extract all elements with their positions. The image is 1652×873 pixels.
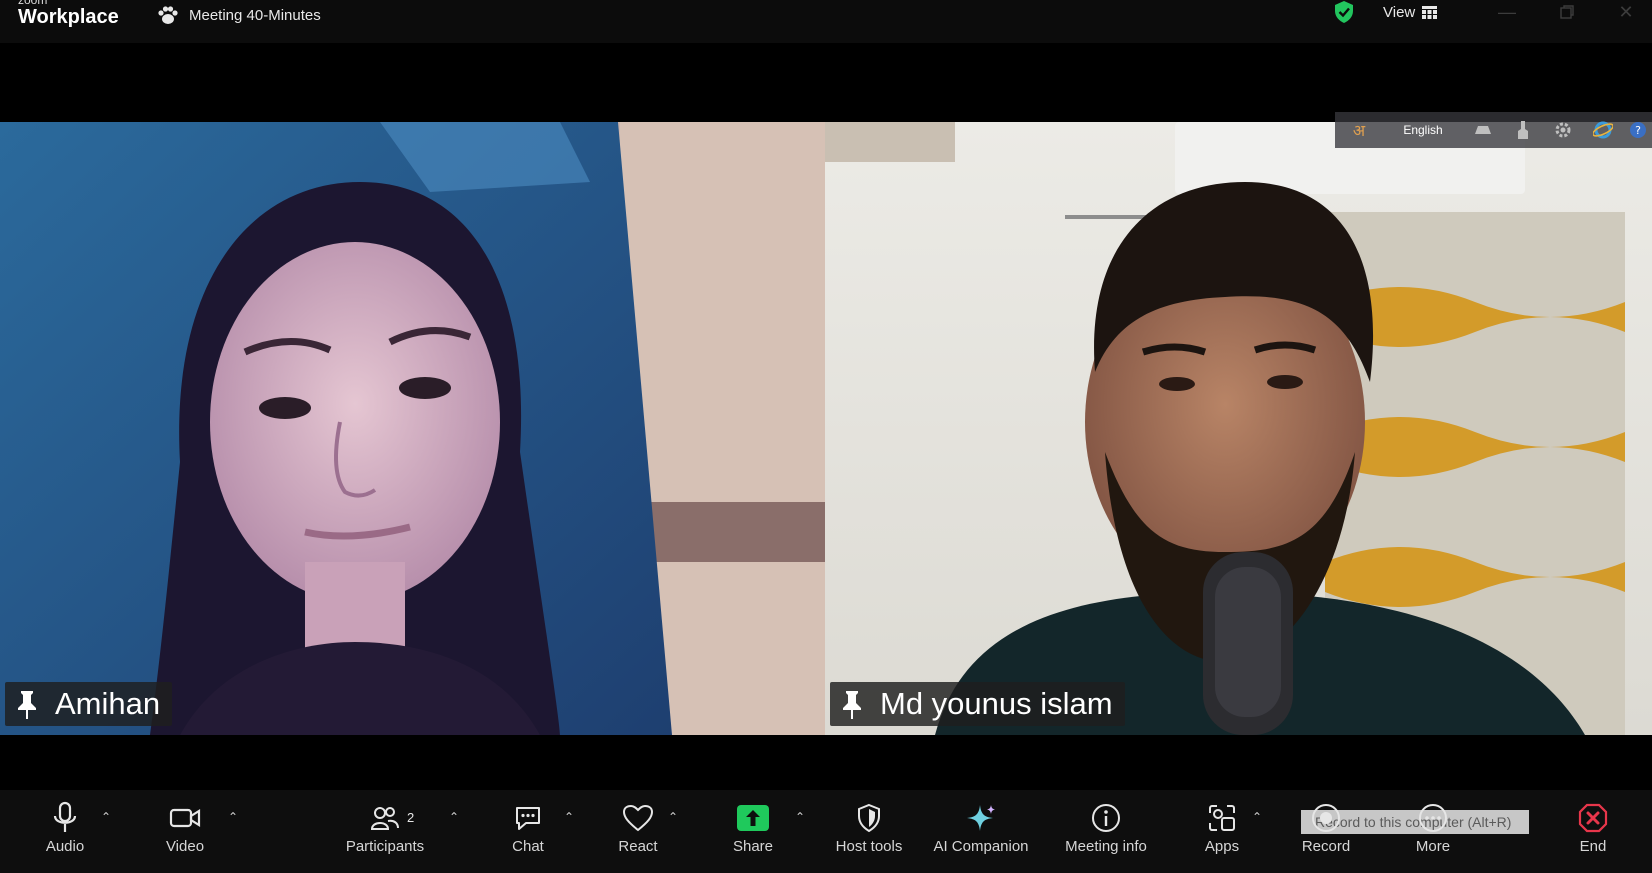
- meeting-title: Meeting 40-Minutes: [157, 5, 321, 25]
- participant-name: Amihan: [55, 686, 161, 721]
- participants-options-caret[interactable]: ⌃: [449, 810, 459, 824]
- participant-name-tag: Md younus islam: [830, 682, 1125, 726]
- participants-label: Participants: [345, 838, 425, 855]
- meeting-info-label: Meeting info: [1065, 838, 1147, 855]
- ai-companion-label: AI Companion: [933, 838, 1029, 855]
- react-button[interactable]: React: [612, 790, 664, 873]
- keyboard-icon[interactable]: [1463, 112, 1503, 148]
- tool-icon[interactable]: [1503, 112, 1543, 148]
- share-button[interactable]: Share: [728, 790, 778, 873]
- end-button[interactable]: End: [1575, 790, 1611, 873]
- ime-icon[interactable]: अ: [1335, 112, 1383, 148]
- end-call-icon: [1578, 800, 1608, 836]
- view-label: View: [1383, 4, 1416, 21]
- language-label: English: [1403, 123, 1443, 137]
- pin-icon: [843, 691, 861, 719]
- participants-icon: [370, 800, 400, 836]
- microphone-icon: [52, 800, 78, 836]
- help-icon[interactable]: ?: [1623, 112, 1652, 148]
- host-tools-button[interactable]: Host tools: [830, 790, 908, 873]
- participants-button[interactable]: Participants: [340, 790, 430, 873]
- share-options-caret[interactable]: ⌃: [795, 810, 805, 824]
- restore-icon[interactable]: [1547, 0, 1587, 24]
- apps-icon: [1207, 800, 1237, 836]
- record-icon: [1311, 800, 1341, 836]
- audio-button[interactable]: Audio: [34, 790, 96, 873]
- grid-view-icon: [1422, 6, 1438, 19]
- security-shield-icon[interactable]: [1333, 0, 1355, 24]
- chat-button[interactable]: Chat: [503, 790, 553, 873]
- participant-name: Md younus islam: [880, 686, 1113, 721]
- pin-icon: [18, 691, 36, 719]
- video-button[interactable]: Video: [153, 790, 217, 873]
- brand-name: Workplace: [18, 6, 119, 28]
- settings-icon[interactable]: [1543, 112, 1583, 148]
- audio-options-caret[interactable]: ⌃: [101, 810, 111, 824]
- more-icon: [1418, 800, 1448, 836]
- close-window-icon[interactable]: ✕: [1606, 0, 1646, 24]
- participant-video-image: [0, 122, 825, 735]
- apps-options-caret[interactable]: ⌃: [1252, 810, 1262, 824]
- more-label: More: [1415, 838, 1451, 855]
- share-screen-icon: [736, 800, 770, 836]
- minimize-icon[interactable]: —: [1487, 0, 1527, 24]
- record-button[interactable]: Record: [1300, 790, 1352, 873]
- participants-count-badge: 2: [407, 810, 415, 825]
- video-tile-amihan[interactable]: Amihan: [0, 122, 825, 735]
- audio-label: Audio: [45, 838, 85, 855]
- record-label: Record: [1301, 838, 1351, 855]
- view-button[interactable]: View: [1383, 4, 1438, 21]
- title-bar: zoom Workplace Meeting 40-Minutes View —…: [0, 0, 1652, 43]
- info-icon: [1091, 800, 1121, 836]
- video-options-caret[interactable]: ⌃: [228, 810, 238, 824]
- paw-icon: [158, 6, 178, 24]
- meeting-info-button[interactable]: Meeting info: [1056, 790, 1156, 873]
- meeting-title-text: Meeting 40-Minutes: [189, 6, 321, 24]
- heart-icon: [622, 800, 654, 836]
- apps-button[interactable]: Apps: [1200, 790, 1244, 873]
- chat-icon: [513, 800, 543, 836]
- camera-icon: [169, 800, 201, 836]
- apps-label: Apps: [1204, 838, 1240, 855]
- host-shield-icon: [856, 800, 882, 836]
- end-label: End: [1579, 838, 1607, 855]
- host-tools-label: Host tools: [835, 838, 903, 855]
- more-button[interactable]: More: [1408, 790, 1458, 873]
- participant-name-tag: Amihan: [5, 682, 173, 726]
- react-options-caret[interactable]: ⌃: [668, 810, 678, 824]
- react-label: React: [618, 838, 658, 855]
- ai-companion-button[interactable]: AI Companion: [928, 790, 1034, 873]
- sparkle-icon: [965, 800, 997, 836]
- language-bar: अ English ?: [1335, 112, 1652, 148]
- svg-text:?: ?: [1635, 124, 1641, 137]
- video-label: Video: [165, 838, 205, 855]
- chat-label: Chat: [512, 838, 544, 855]
- zoom-logo: zoom Workplace: [18, 0, 119, 27]
- browser-icon[interactable]: [1583, 112, 1623, 148]
- share-label: Share: [732, 838, 774, 855]
- participant-video-image: [825, 122, 1652, 735]
- chat-options-caret[interactable]: ⌃: [564, 810, 574, 824]
- language-selector[interactable]: English: [1383, 112, 1463, 148]
- video-tile-md-younus-islam[interactable]: Md younus islam: [825, 122, 1652, 735]
